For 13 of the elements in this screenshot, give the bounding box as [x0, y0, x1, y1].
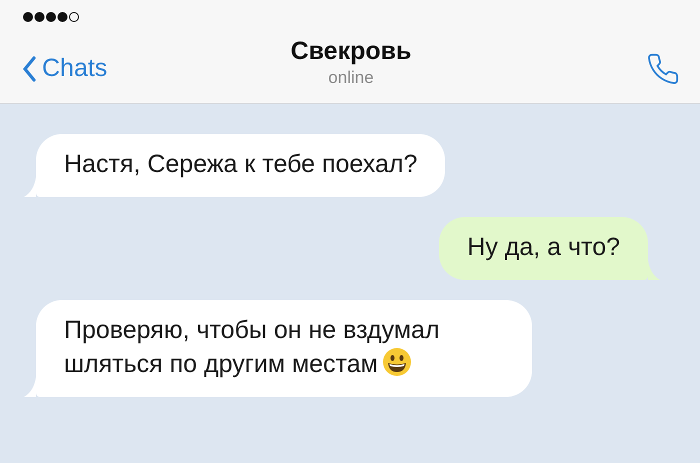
incoming-message: Проверяю, чтобы он не вздумал шляться по другим местам — [36, 300, 532, 397]
phone-icon — [646, 52, 680, 86]
bubble-tail — [24, 177, 36, 197]
status-text: online — [328, 68, 374, 88]
chat-title: Свекровь — [290, 37, 412, 66]
back-link[interactable]: Chats — [22, 54, 108, 83]
bubble-tail — [648, 260, 660, 280]
incoming-message: Настя, Сережа к тебе поехал? — [36, 134, 446, 197]
outgoing-message: Ну да, а что? — [439, 217, 648, 280]
signal-strength-icon — [22, 11, 80, 23]
call-button[interactable] — [646, 52, 680, 86]
back-chevron-icon — [22, 56, 36, 82]
bubble-tail — [24, 377, 36, 397]
